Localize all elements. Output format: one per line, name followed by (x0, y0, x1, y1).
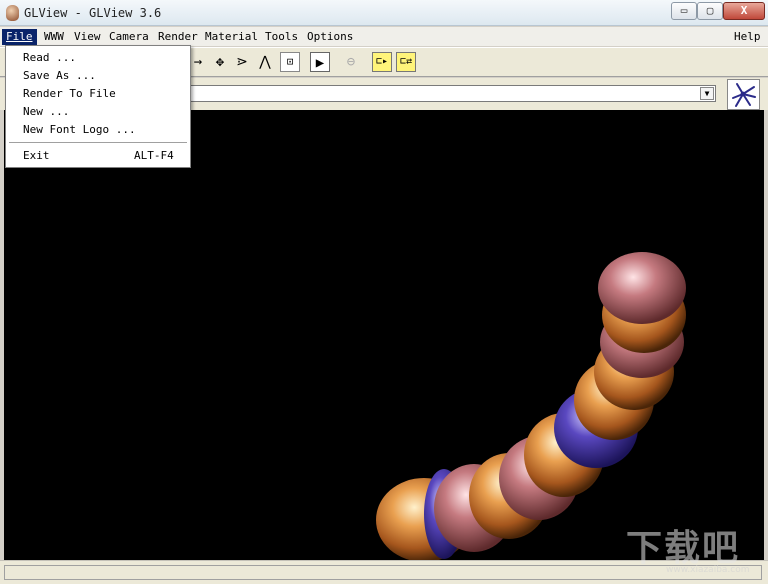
chevron-down-icon: ▼ (704, 89, 710, 98)
menu-view-label: View (74, 30, 101, 43)
menu-item-exit-shortcut: ALT-F4 (134, 149, 174, 162)
menu-item-read-label: Read ... (23, 51, 76, 64)
menu-item-save-as[interactable]: Save As ... (6, 67, 190, 85)
menu-help[interactable]: Help (730, 29, 765, 45)
folder-up-icon[interactable]: ⊏▸ (372, 52, 392, 72)
menu-material[interactable]: Material (201, 29, 262, 45)
worm-body (376, 252, 686, 560)
watermark: 下载吧 www.xiazaiba.com (626, 519, 766, 579)
maximize-button[interactable]: ▢ (697, 2, 723, 20)
menu-bar: File WWW View Camera Render Material Too… (0, 27, 768, 46)
menu-www[interactable]: WWW (40, 29, 68, 45)
stop-icon[interactable]: ⊖ (341, 52, 361, 72)
url-dropdown-button[interactable]: ▼ (700, 87, 714, 100)
menu-file[interactable]: File (2, 29, 37, 45)
menu-options-label: Options (307, 30, 354, 43)
minimize-icon: ▭ (680, 4, 688, 17)
folder-sync-icon[interactable]: ⊏⇄ (396, 52, 416, 72)
play-icon[interactable]: ▶ (310, 52, 330, 72)
menu-separator (9, 142, 187, 144)
menu-item-exit-label: Exit (23, 149, 50, 162)
watermark-logo: 下载吧 (626, 528, 741, 569)
menu-tools[interactable]: Tools (261, 29, 302, 45)
move-icon[interactable]: ✥ (210, 52, 230, 72)
watermark-url: www.xiazaiba.com (666, 565, 750, 575)
menu-item-new-label: New ... (23, 105, 70, 118)
menu-item-new[interactable]: New ... (6, 103, 190, 121)
menu-item-new-font-logo-label: New Font Logo ... (23, 123, 136, 136)
menu-render-label: Render (158, 30, 198, 43)
url-input[interactable]: ▼ (188, 85, 716, 102)
spinner-logo[interactable] (727, 79, 760, 110)
target-icon[interactable]: ⊡ (280, 52, 300, 72)
branch-icon[interactable]: ⋗ (232, 52, 252, 72)
menu-material-label: Material (205, 30, 258, 43)
menu-tools-label: Tools (265, 30, 299, 43)
maximize-icon: ▢ (706, 4, 714, 17)
spinner-icon (732, 83, 756, 107)
menu-camera-label: Camera (109, 30, 149, 43)
menu-item-render-to-file[interactable]: Render To File (6, 85, 190, 103)
menu-help-label: Help (734, 30, 761, 43)
fly-icon[interactable]: ⋀ (255, 52, 275, 72)
worm-model (376, 252, 686, 560)
menu-item-render-to-file-label: Render To File (23, 87, 116, 100)
menu-options[interactable]: Options (303, 29, 357, 45)
menu-camera[interactable]: Camera (105, 29, 153, 45)
arrow-right-icon[interactable]: → (188, 52, 208, 72)
title-bar: GLView - GLView 3.6 ▭ ▢ X (0, 0, 768, 26)
menu-file-label: File (6, 30, 33, 43)
app-icon (6, 5, 19, 21)
menu-item-new-font-logo[interactable]: New Font Logo ... (6, 121, 190, 139)
file-menu-dropdown: Read ... Save As ... Render To File New … (5, 45, 191, 168)
minimize-button[interactable]: ▭ (671, 2, 697, 20)
close-button[interactable]: X (723, 2, 765, 20)
menu-item-exit[interactable]: Exit ALT-F4 (6, 147, 190, 165)
render-viewport[interactable] (4, 110, 764, 560)
close-icon: X (740, 4, 748, 17)
menu-www-label: WWW (44, 30, 64, 43)
menu-render[interactable]: Render (154, 29, 202, 45)
menu-item-read[interactable]: Read ... (6, 49, 190, 67)
menu-view[interactable]: View (70, 29, 105, 45)
window-title: GLView - GLView 3.6 (24, 6, 162, 20)
menu-item-save-as-label: Save As ... (23, 69, 96, 82)
